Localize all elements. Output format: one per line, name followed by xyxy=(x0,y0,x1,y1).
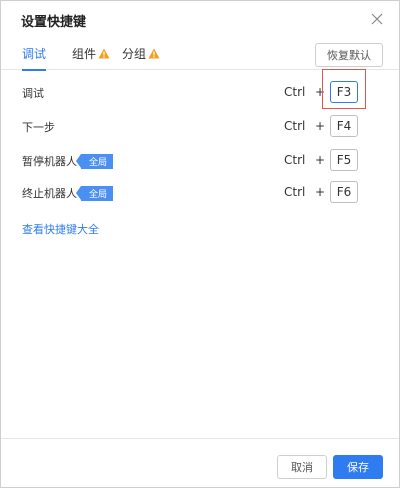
shortcut-name: 调试 xyxy=(22,87,44,100)
plus-sign: + xyxy=(315,119,326,133)
tab-components[interactable]: 组件 xyxy=(72,45,110,62)
modifier-key: Ctrl xyxy=(284,119,306,133)
modifier-key: Ctrl xyxy=(284,85,306,99)
shortcut-row-stop-robot: 终止机器人 全局 Ctrl + F6 xyxy=(1,181,399,205)
close-icon[interactable] xyxy=(371,13,383,25)
plus-sign: + xyxy=(315,153,326,167)
cancel-button[interactable]: 取消 xyxy=(277,455,327,479)
warning-icon xyxy=(148,48,160,59)
hotkey-field-pause-robot[interactable]: F5 xyxy=(330,149,358,171)
shortcut-label: 下一步 xyxy=(22,119,55,135)
hotkey-field-next-step[interactable]: F4 xyxy=(330,115,358,137)
tab-label: 分组 xyxy=(122,47,147,61)
shortcut-label: 终止机器人 全局 xyxy=(22,185,114,201)
view-all-shortcuts-link[interactable]: 查看快捷键大全 xyxy=(22,221,99,237)
shortcut-row-pause-robot: 暂停机器人 全局 Ctrl + F5 xyxy=(1,149,399,173)
hotkey-field-stop-robot[interactable]: F6 xyxy=(330,181,358,203)
save-button[interactable]: 保存 xyxy=(333,455,383,479)
shortcut-row-next-step: 下一步 Ctrl + F4 xyxy=(1,115,399,139)
shortcut-name: 暂停机器人 xyxy=(22,155,77,168)
shortcut-label: 暂停机器人 全局 xyxy=(22,153,114,169)
modifier-key: Ctrl xyxy=(284,185,306,199)
plus-sign: + xyxy=(315,185,326,199)
global-badge: 全局 xyxy=(75,185,114,201)
modifier-key: Ctrl xyxy=(284,153,306,167)
restore-default-button[interactable]: 恢复默认 xyxy=(315,43,383,67)
shortcut-name: 下一步 xyxy=(22,121,55,134)
shortcut-label: 调试 xyxy=(22,85,44,101)
shortcut-name: 终止机器人 xyxy=(22,187,77,200)
tab-label: 调试 xyxy=(22,47,47,61)
tab-label: 组件 xyxy=(72,47,97,61)
shortcut-settings-dialog: 设置快捷键 调试 组件 分组 恢复默认 调试 Ctrl + F3 下一步 Ctr… xyxy=(0,0,400,488)
annotation-highlight-box xyxy=(322,69,366,109)
dialog-title: 设置快捷键 xyxy=(21,15,87,30)
footer-divider xyxy=(1,438,399,439)
tab-debug[interactable]: 调试 xyxy=(22,45,47,71)
warning-icon xyxy=(98,48,110,59)
tab-groups[interactable]: 分组 xyxy=(122,45,160,62)
global-badge: 全局 xyxy=(75,153,114,169)
